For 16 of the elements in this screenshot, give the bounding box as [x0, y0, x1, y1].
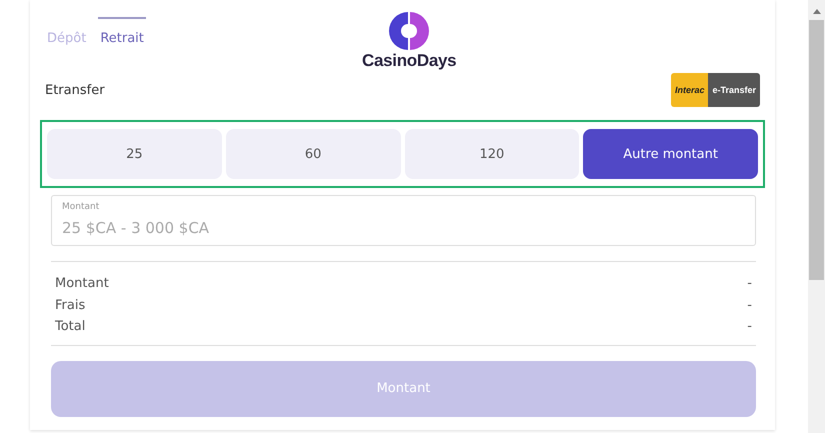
summary-value: - — [747, 296, 752, 314]
amount-option[interactable]: 60 — [226, 129, 400, 179]
tab[interactable]: Retrait — [98, 17, 146, 46]
scroll-up-icon[interactable] — [812, 9, 820, 14]
amount-option[interactable]: 25 — [47, 129, 222, 179]
summary-label: Frais — [55, 296, 86, 314]
summary-label: Total — [55, 318, 86, 336]
summary-value: - — [747, 318, 752, 336]
amount-option[interactable]: Autre montant — [583, 129, 758, 179]
amount-option[interactable]: 120 — [404, 129, 580, 179]
logo-text: CasinoDays — [362, 51, 456, 71]
summary-label: Montant — [55, 275, 109, 293]
field-label: Montant — [62, 202, 100, 212]
method-name: Etransfer — [45, 82, 105, 98]
summary-value: - — [747, 275, 752, 293]
scrollbar[interactable] — [808, 0, 825, 433]
